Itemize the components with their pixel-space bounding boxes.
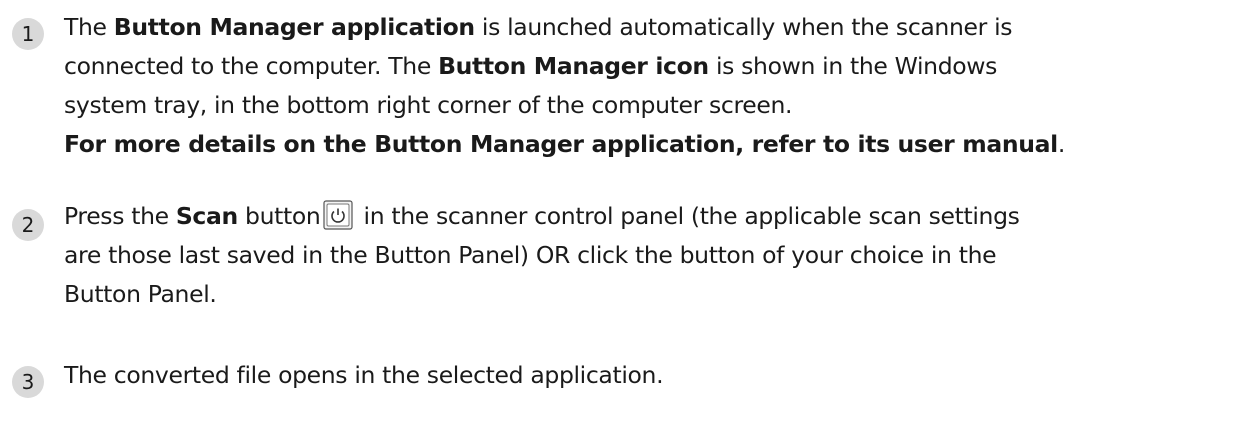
text-line: are those last saved in the Button Panel… [64, 241, 997, 269]
text-run: button [237, 202, 321, 230]
step-text: The Button Manager application is launch… [64, 8, 1234, 164]
text-line: The converted file opens in the selected… [64, 361, 664, 389]
text-line: Button Panel. [64, 280, 217, 308]
text-line: system tray, in the bottom right corner … [64, 91, 793, 119]
text-run: . [1057, 130, 1065, 158]
step-number-badge: 3 [12, 366, 44, 398]
bold-term: Button Manager application [113, 13, 475, 41]
text-line: The Button Manager application is launch… [64, 8, 1234, 47]
bold-note: For more details on the Button Manager a… [64, 130, 1058, 158]
step-text: Press the Scan button in the scanner con… [64, 197, 1234, 314]
step-number-badge: 2 [12, 209, 44, 241]
power-button-icon [323, 200, 354, 230]
text-line: Press the Scan button in the scanner con… [64, 197, 1234, 236]
text-run: Press the [64, 202, 176, 230]
bold-term: Button Manager icon [438, 52, 709, 80]
step-text: The converted file opens in the selected… [64, 356, 1234, 395]
text-line: connected to the computer. The Button Ma… [64, 47, 1234, 86]
text-run: is launched automatically when the scann… [474, 13, 1013, 41]
text-run: is shown in the Windows [708, 52, 998, 80]
text-line: For more details on the Button Manager a… [64, 125, 1234, 164]
text-run: in the scanner control panel (the applic… [356, 202, 1020, 230]
text-run: connected to the computer. The [64, 52, 439, 80]
bold-term: Scan [175, 202, 238, 230]
step-number-badge: 1 [12, 18, 44, 50]
text-run: The [64, 13, 114, 41]
